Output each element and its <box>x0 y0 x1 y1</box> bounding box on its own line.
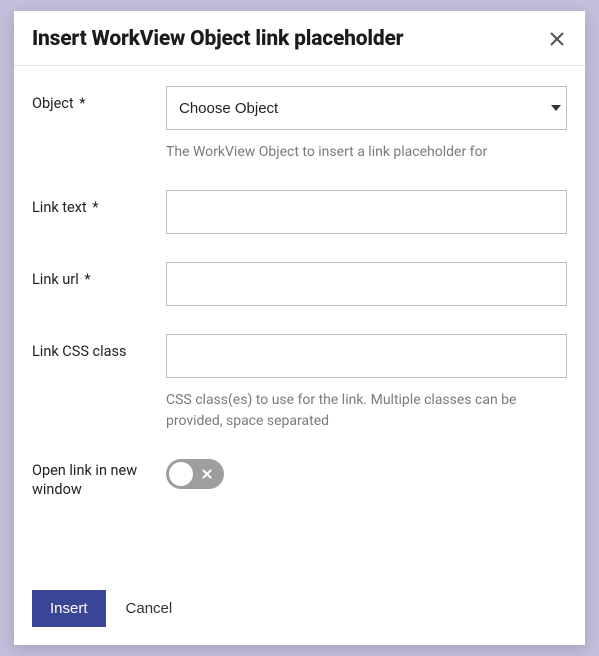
field-label: Link CSS class <box>32 334 166 362</box>
label-text: Link text <box>32 199 87 216</box>
link-css-input[interactable] <box>166 334 567 378</box>
field-object: Object * Choose Object The WorkView Obje… <box>32 86 567 162</box>
field-help: The WorkView Object to insert a link pla… <box>166 142 567 162</box>
object-select[interactable]: Choose Object <box>166 86 567 130</box>
field-label: Link url * <box>32 262 166 290</box>
link-url-input[interactable] <box>166 262 567 306</box>
modal-title: Insert WorkView Object link placeholder <box>32 27 403 51</box>
field-help: CSS class(es) to use for the link. Multi… <box>166 390 567 431</box>
toggle-off-icon <box>202 469 212 479</box>
modal-footer: Insert Cancel <box>14 578 585 645</box>
link-text-input[interactable] <box>166 190 567 234</box>
close-button[interactable] <box>547 29 567 49</box>
required-mark: * <box>84 271 90 288</box>
label-text: Object <box>32 95 74 112</box>
required-mark: * <box>79 95 85 112</box>
modal-body: Object * Choose Object The WorkView Obje… <box>14 66 585 578</box>
open-new-window-toggle[interactable] <box>166 459 224 489</box>
label-text: Link CSS class <box>32 343 127 360</box>
field-label: Link text * <box>32 190 166 218</box>
field-link-url: Link url * <box>32 262 567 306</box>
field-link-css-class: Link CSS class CSS class(es) to use for … <box>32 334 567 431</box>
field-label: Object * <box>32 86 166 114</box>
insert-button[interactable]: Insert <box>32 590 106 627</box>
select-value: Choose Object <box>179 100 278 117</box>
close-icon <box>549 35 565 50</box>
field-open-new-window: Open link in new window <box>32 459 567 500</box>
modal-header: Insert WorkView Object link placeholder <box>14 11 585 66</box>
insert-workview-object-link-modal: Insert WorkView Object link placeholder … <box>14 11 585 645</box>
required-mark: * <box>92 199 98 216</box>
label-text: Link url <box>32 271 79 288</box>
cancel-button[interactable]: Cancel <box>126 596 173 621</box>
toggle-knob <box>169 462 193 486</box>
label-text: Open link in new window <box>32 462 137 499</box>
field-link-text: Link text * <box>32 190 567 234</box>
field-label: Open link in new window <box>32 459 166 500</box>
